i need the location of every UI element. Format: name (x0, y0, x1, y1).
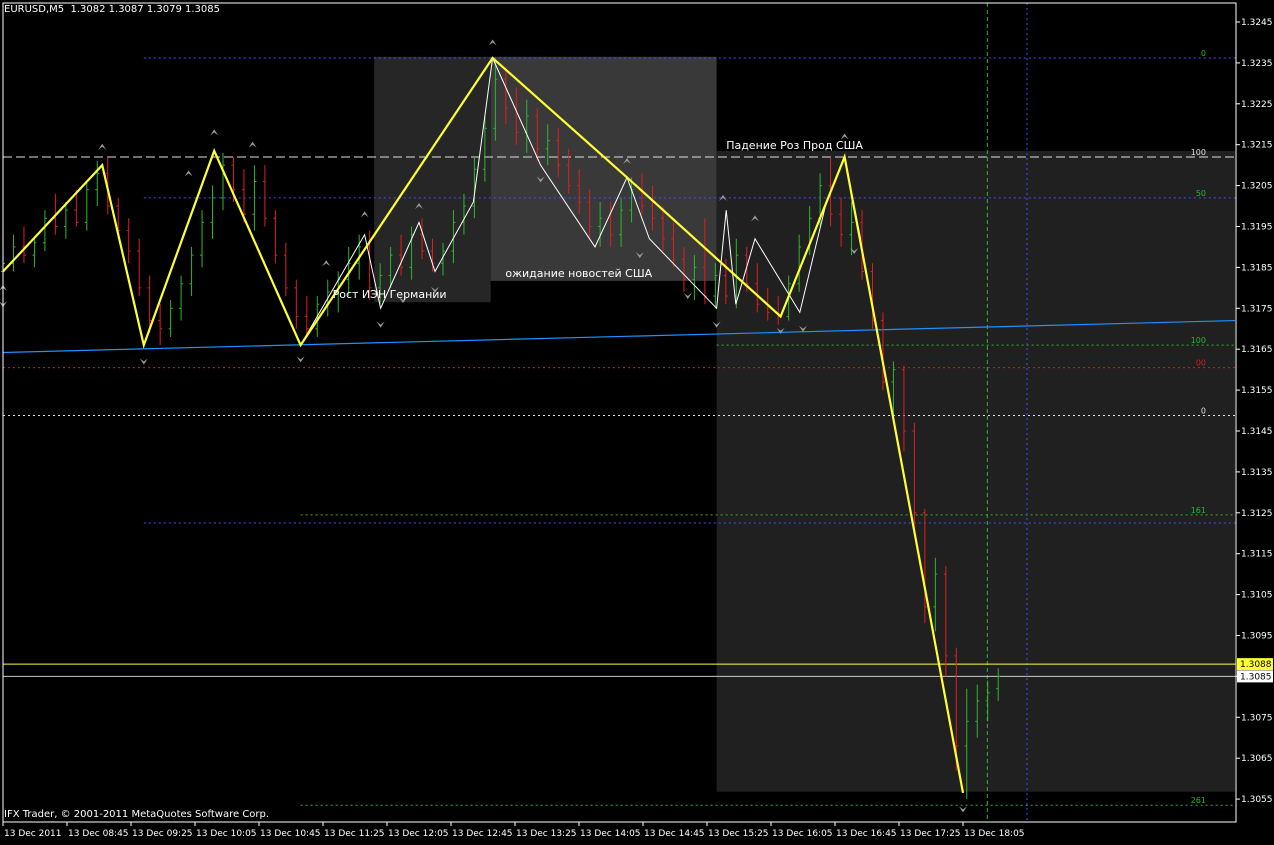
x-tick-label: 13 Dec 14:45 (644, 829, 705, 839)
x-tick-label: 13 Dec 09:25 (132, 829, 193, 839)
y-tick-label: 1.3175 (1241, 304, 1273, 314)
chart-area[interactable]: 0 100 50 100 00 0 161 261 Рост ИЭН Германии ожида… (0, 0, 1274, 841)
y-tick-label: 1.3095 (1241, 632, 1273, 642)
x-tick-label: 13 Dec 17:25 (900, 829, 961, 839)
y-tick-label: 1.3195 (1241, 223, 1273, 233)
ohlc-values: 1.3082 1.3087 1.3079 1.3085 (70, 4, 220, 15)
x-tick-label: 13 Dec 08:45 (68, 829, 129, 839)
y-tick-label: 1.3065 (1241, 754, 1273, 764)
x-tick-label: 13 Dec 15:25 (708, 829, 769, 839)
shaded-region (490, 56, 717, 281)
level-label: 161 (1191, 506, 1206, 515)
y-tick-label: 1.3125 (1241, 509, 1273, 519)
x-tick-label: 13 Dec 12:45 (452, 829, 513, 839)
x-tick-label: 13 Dec 14:05 (580, 829, 641, 839)
y-tick-label: 1.3135 (1241, 468, 1273, 478)
shaded-region (716, 150, 1235, 792)
x-tick-label: 13 Dec 16:05 (772, 829, 833, 839)
copyright-text: IFX Trader, © 2001-2011 MetaQuotes Softw… (4, 809, 270, 820)
symbol-label: EURUSD,M5 (4, 4, 65, 15)
x-tick-label: 13 Dec 18:05 (964, 829, 1025, 839)
y-tick-label: 1.3165 (1241, 345, 1273, 355)
y-tick-label: 1.3225 (1241, 100, 1273, 110)
price-chart[interactable]: 010050100000161261Рост ИЭН Германииожида… (0, 0, 1274, 841)
y-tick-label: 1.3145 (1241, 427, 1273, 437)
level-label: 0 (1201, 406, 1206, 415)
symbol-info: EURUSD,M5 1.3082 1.3087 1.3079 1.3085 (4, 4, 220, 15)
x-tick-label: 13 Dec 10:45 (260, 829, 321, 839)
level-label: 261 (1191, 796, 1206, 805)
x-tick-label: 13 Dec 13:25 (516, 829, 577, 839)
y-tick-label: 1.3235 (1241, 59, 1273, 69)
annotation-label: ожидание новостей США (505, 267, 652, 280)
level-label: 50 (1196, 189, 1206, 198)
y-tick-label: 1.3105 (1241, 591, 1273, 601)
bid-price-label: 1.3088 (1240, 660, 1272, 670)
x-tick-label: 13 Dec 2011 (4, 829, 62, 839)
y-tick-label: 1.3115 (1241, 550, 1273, 560)
y-tick-label: 1.3075 (1241, 713, 1273, 723)
y-tick-label: 1.3205 (1241, 182, 1273, 192)
y-tick-label: 1.3055 (1241, 795, 1273, 805)
level-label: 00 (1196, 359, 1206, 368)
x-tick-label: 13 Dec 11:25 (324, 829, 385, 839)
x-tick-label: 13 Dec 10:05 (196, 829, 257, 839)
level-label: 100 (1191, 336, 1206, 345)
x-tick-label: 13 Dec 12:05 (388, 829, 449, 839)
annotation-label: Падение Роз Прод США (726, 139, 863, 152)
ask-price-label: 1.3085 (1240, 672, 1272, 682)
y-tick-label: 1.3185 (1241, 263, 1273, 273)
x-tick-label: 13 Dec 16:45 (836, 829, 897, 839)
y-tick-label: 1.3155 (1241, 386, 1273, 396)
level-label: 0 (1201, 49, 1206, 58)
annotation-label: Рост ИЭН Германии (333, 288, 447, 301)
y-tick-label: 1.3245 (1241, 18, 1273, 28)
y-tick-label: 1.3215 (1241, 141, 1273, 151)
level-label: 100 (1191, 148, 1206, 157)
